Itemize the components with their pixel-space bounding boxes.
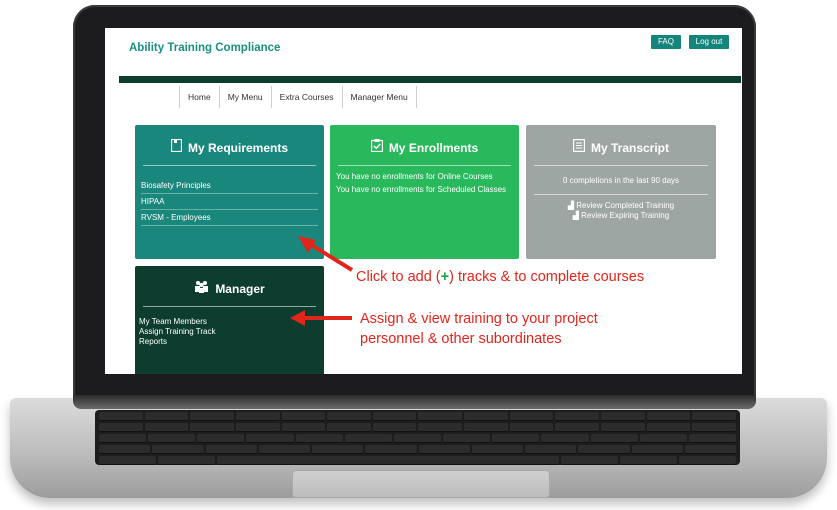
annotation-assign-line1: Assign & view training to your project <box>360 311 598 327</box>
arrow-to-manager <box>290 310 352 326</box>
arrow-to-requirements <box>298 236 354 272</box>
annotation-assign-line2: personnel & other subordinates <box>360 331 562 347</box>
annotation-arrows <box>290 236 354 326</box>
plus-icon: + <box>440 269 450 285</box>
annotation-add-tracks: Click to add (+) tracks & to complete co… <box>356 269 645 285</box>
